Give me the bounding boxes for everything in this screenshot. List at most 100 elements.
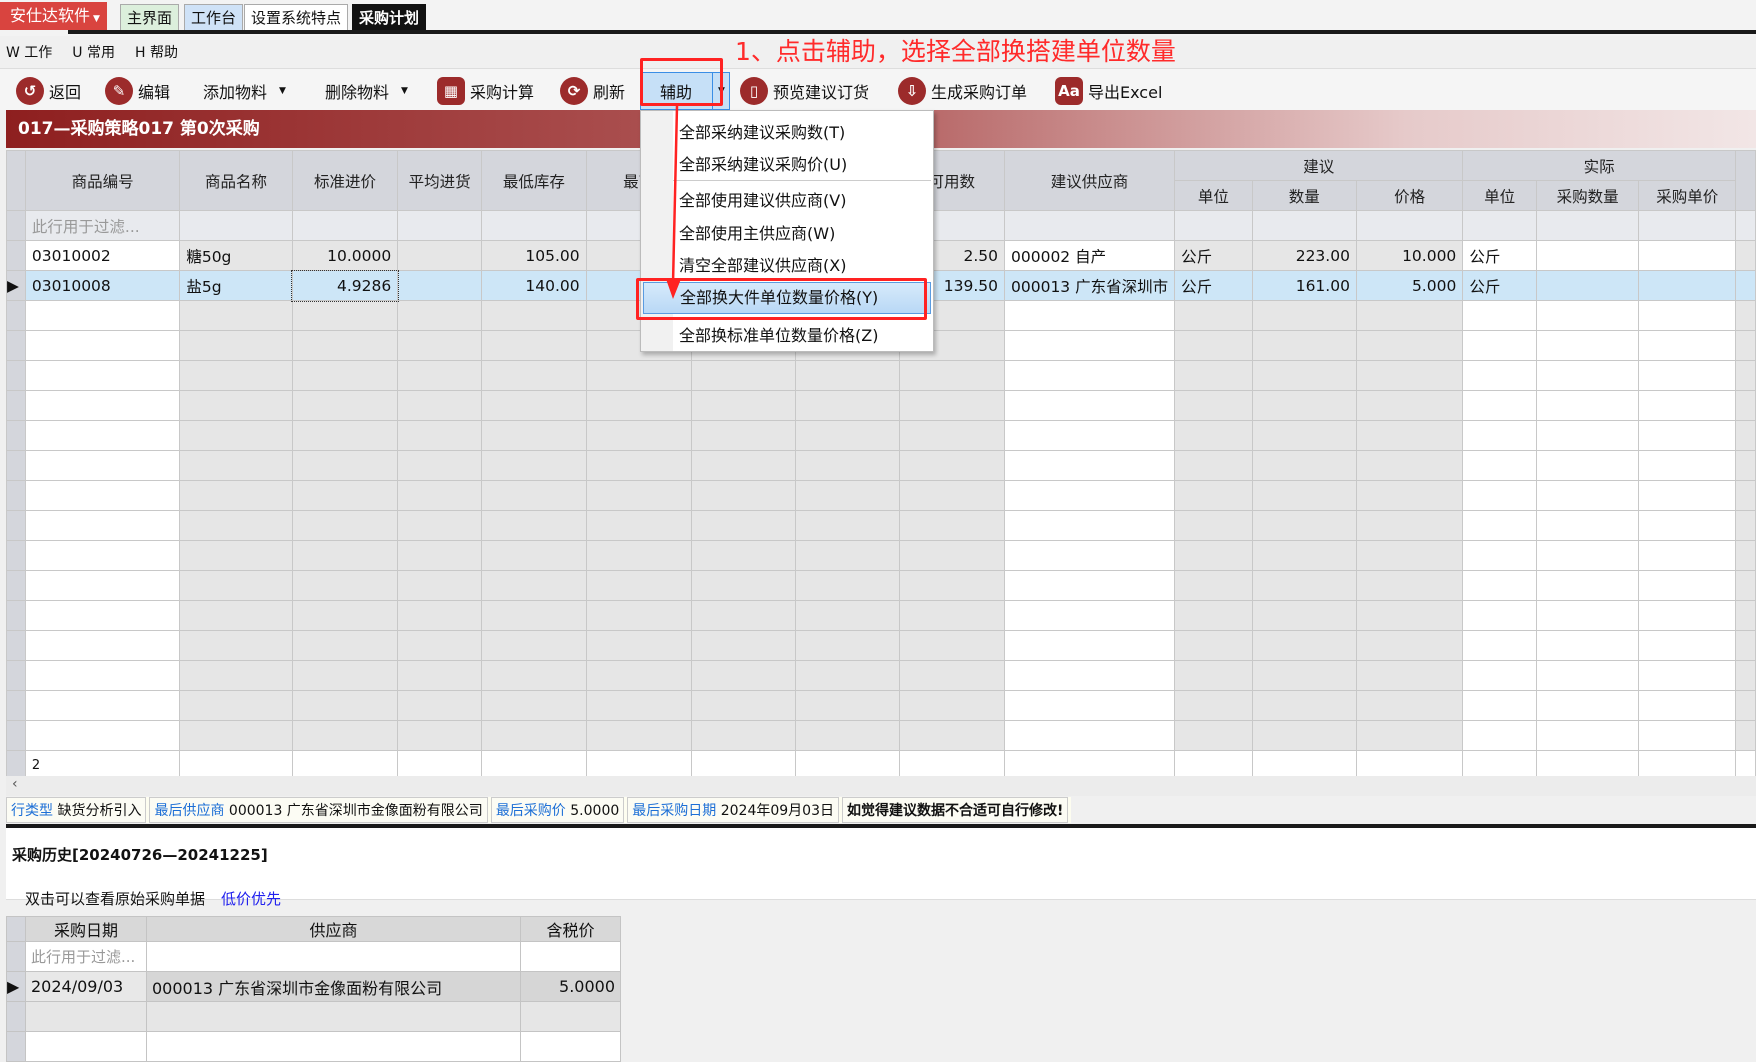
tab-main[interactable]: 主界面 [120,4,180,31]
filter-cell[interactable] [146,941,521,972]
empty-row [6,690,1756,721]
menu-item[interactable]: 全部使用建议供应商(V) [679,187,846,211]
menu-item[interactable]: 全部使用主供应商(W) [679,220,835,244]
empty-row [6,720,1756,751]
status-label: 最后采购日期 [632,803,717,819]
table-cell [1355,300,1464,331]
filter-cell[interactable] [1174,210,1253,241]
filter-cell[interactable]: 此行用于过滤... [25,941,147,972]
table-cell[interactable]: 5.0000 [520,971,621,1002]
table-cell[interactable] [1535,270,1640,301]
column-header[interactable]: 商品名称 [179,150,293,211]
table-cell [795,480,900,511]
column-header[interactable]: 采购数量 [1535,180,1640,211]
row-header [6,480,26,511]
export-excel-button[interactable]: Aa 导出Excel [1055,75,1162,107]
table-cell[interactable] [1638,270,1737,301]
preview-button[interactable]: ▯ 预览建议订货 [740,75,869,107]
table-cell[interactable]: 000002 自产 [1003,240,1176,271]
table-cell[interactable]: 140.00 [481,270,587,301]
tab-workbench[interactable]: 工作台 [184,4,244,31]
row-header[interactable]: ▶ [6,270,26,301]
table-cell[interactable]: 糖50g [179,240,293,271]
table-cell[interactable]: 000013 广东省深圳市金像面粉有限公司 [146,971,521,1002]
table-cell [1735,390,1756,421]
table-cell[interactable]: 2024/09/03 [25,971,147,1002]
table-cell[interactable]: 161.00 [1251,270,1357,301]
column-header[interactable]: 建议供应商 [1003,150,1176,211]
filter-cell[interactable] [291,210,399,241]
table-cell[interactable]: 公斤 [1462,270,1537,301]
table-cell[interactable]: 03010008 [24,270,181,301]
filter-cell[interactable] [520,941,621,972]
menu-item[interactable]: 全部采纳建议采购价(U) [679,151,847,175]
table-cell[interactable]: 盐5g [179,270,293,301]
filter-cell[interactable] [1355,210,1464,241]
menu-work[interactable]: W 工作 [6,45,52,61]
generate-order-button[interactable]: ⇩ 生成采购订单 [898,75,1027,107]
row-header[interactable]: ▶ [6,971,26,1002]
column-header[interactable]: 供应商 [146,916,521,942]
filter-cell[interactable] [1535,210,1640,241]
filter-cell[interactable] [1638,210,1737,241]
column-header[interactable]: 数量 [1251,180,1357,211]
filter-cell[interactable] [179,210,293,241]
filter-cell[interactable] [397,210,483,241]
filter-cell[interactable] [1003,210,1176,241]
filter-cell[interactable]: 此行用于过滤... [24,210,181,241]
table-cell [25,1001,147,1032]
menu-item[interactable]: 全部采纳建议采购数(T) [679,119,845,143]
table-cell[interactable]: 公斤 [1174,240,1253,271]
menu-item[interactable]: 清空全部建议供应商(X) [679,252,846,276]
scroll-left-icon[interactable]: ‹ [12,776,18,792]
table-cell[interactable]: 4.9286 [291,269,399,302]
app-menu-button[interactable]: 安仕达软件 ▼ [0,2,107,30]
tab-settings[interactable]: 设置系统特点 [244,4,349,31]
column-header[interactable]: 价格 [1355,180,1464,211]
refresh-button[interactable]: ⟳ 刷新 [560,75,625,107]
edit-button[interactable]: ✎ 编辑 [105,75,170,107]
row-header[interactable] [6,240,26,271]
table-cell[interactable] [397,270,483,301]
low-price-first-link[interactable]: 低价优先 [221,890,281,908]
add-material-button[interactable]: 添加物料 ▼ [203,75,286,107]
column-header[interactable]: 采购日期 [25,916,147,942]
table-cell[interactable]: 03010002 [24,240,181,271]
column-header[interactable]: 单位 [1462,180,1537,211]
menu-help[interactable]: H 帮助 [135,45,178,61]
table-cell[interactable] [397,240,483,271]
status-label: 行类型 [11,803,53,819]
filter-cell[interactable] [1462,210,1537,241]
table-cell[interactable]: 公斤 [1174,270,1253,301]
delete-material-button[interactable]: 删除物料 ▼ [325,75,408,107]
column-header[interactable]: 采购单价 [1638,180,1737,211]
purchase-calc-button[interactable]: ▦ 采购计算 [437,75,534,107]
column-header[interactable]: 含税价 [520,916,621,942]
filter-cell[interactable] [481,210,587,241]
table-cell[interactable]: 10.0000 [291,240,399,271]
filter-cell[interactable] [1735,210,1756,241]
table-cell[interactable]: 000013 广东省深圳市 [1003,270,1176,301]
tab-purchase-plan[interactable]: 采购计划 [352,4,427,31]
menu-item[interactable]: 全部换标准单位数量价格(Z) [679,322,878,346]
horizontal-scrollbar[interactable]: ‹ [6,776,1756,796]
column-header[interactable]: 标准进价 [291,150,399,211]
table-cell[interactable]: 5.000 [1355,270,1464,301]
column-header[interactable]: 商品编号 [24,150,181,211]
column-header[interactable]: 平均进货 [397,150,483,211]
table-cell[interactable]: 公斤 [1462,240,1537,271]
column-header[interactable]: 最低库存 [481,150,587,211]
back-button[interactable]: ↺ 返回 [16,75,81,107]
table-cell[interactable]: 223.00 [1251,240,1357,271]
refresh-label: 刷新 [593,83,626,102]
filter-row[interactable]: 此行用于过滤... [6,941,621,972]
table-cell[interactable]: 105.00 [481,240,587,271]
table-cell[interactable] [1535,240,1640,271]
table-cell[interactable]: 10.000 [1355,240,1464,271]
menu-common[interactable]: U 常用 [72,45,115,61]
table-row[interactable]: ▶ 2024/09/03 000013 广东省深圳市金像面粉有限公司 5.0000 [6,971,621,1002]
table-cell[interactable] [1638,240,1737,271]
row-header [6,600,26,631]
filter-cell[interactable] [1251,210,1357,241]
column-header[interactable]: 单位 [1174,180,1253,211]
